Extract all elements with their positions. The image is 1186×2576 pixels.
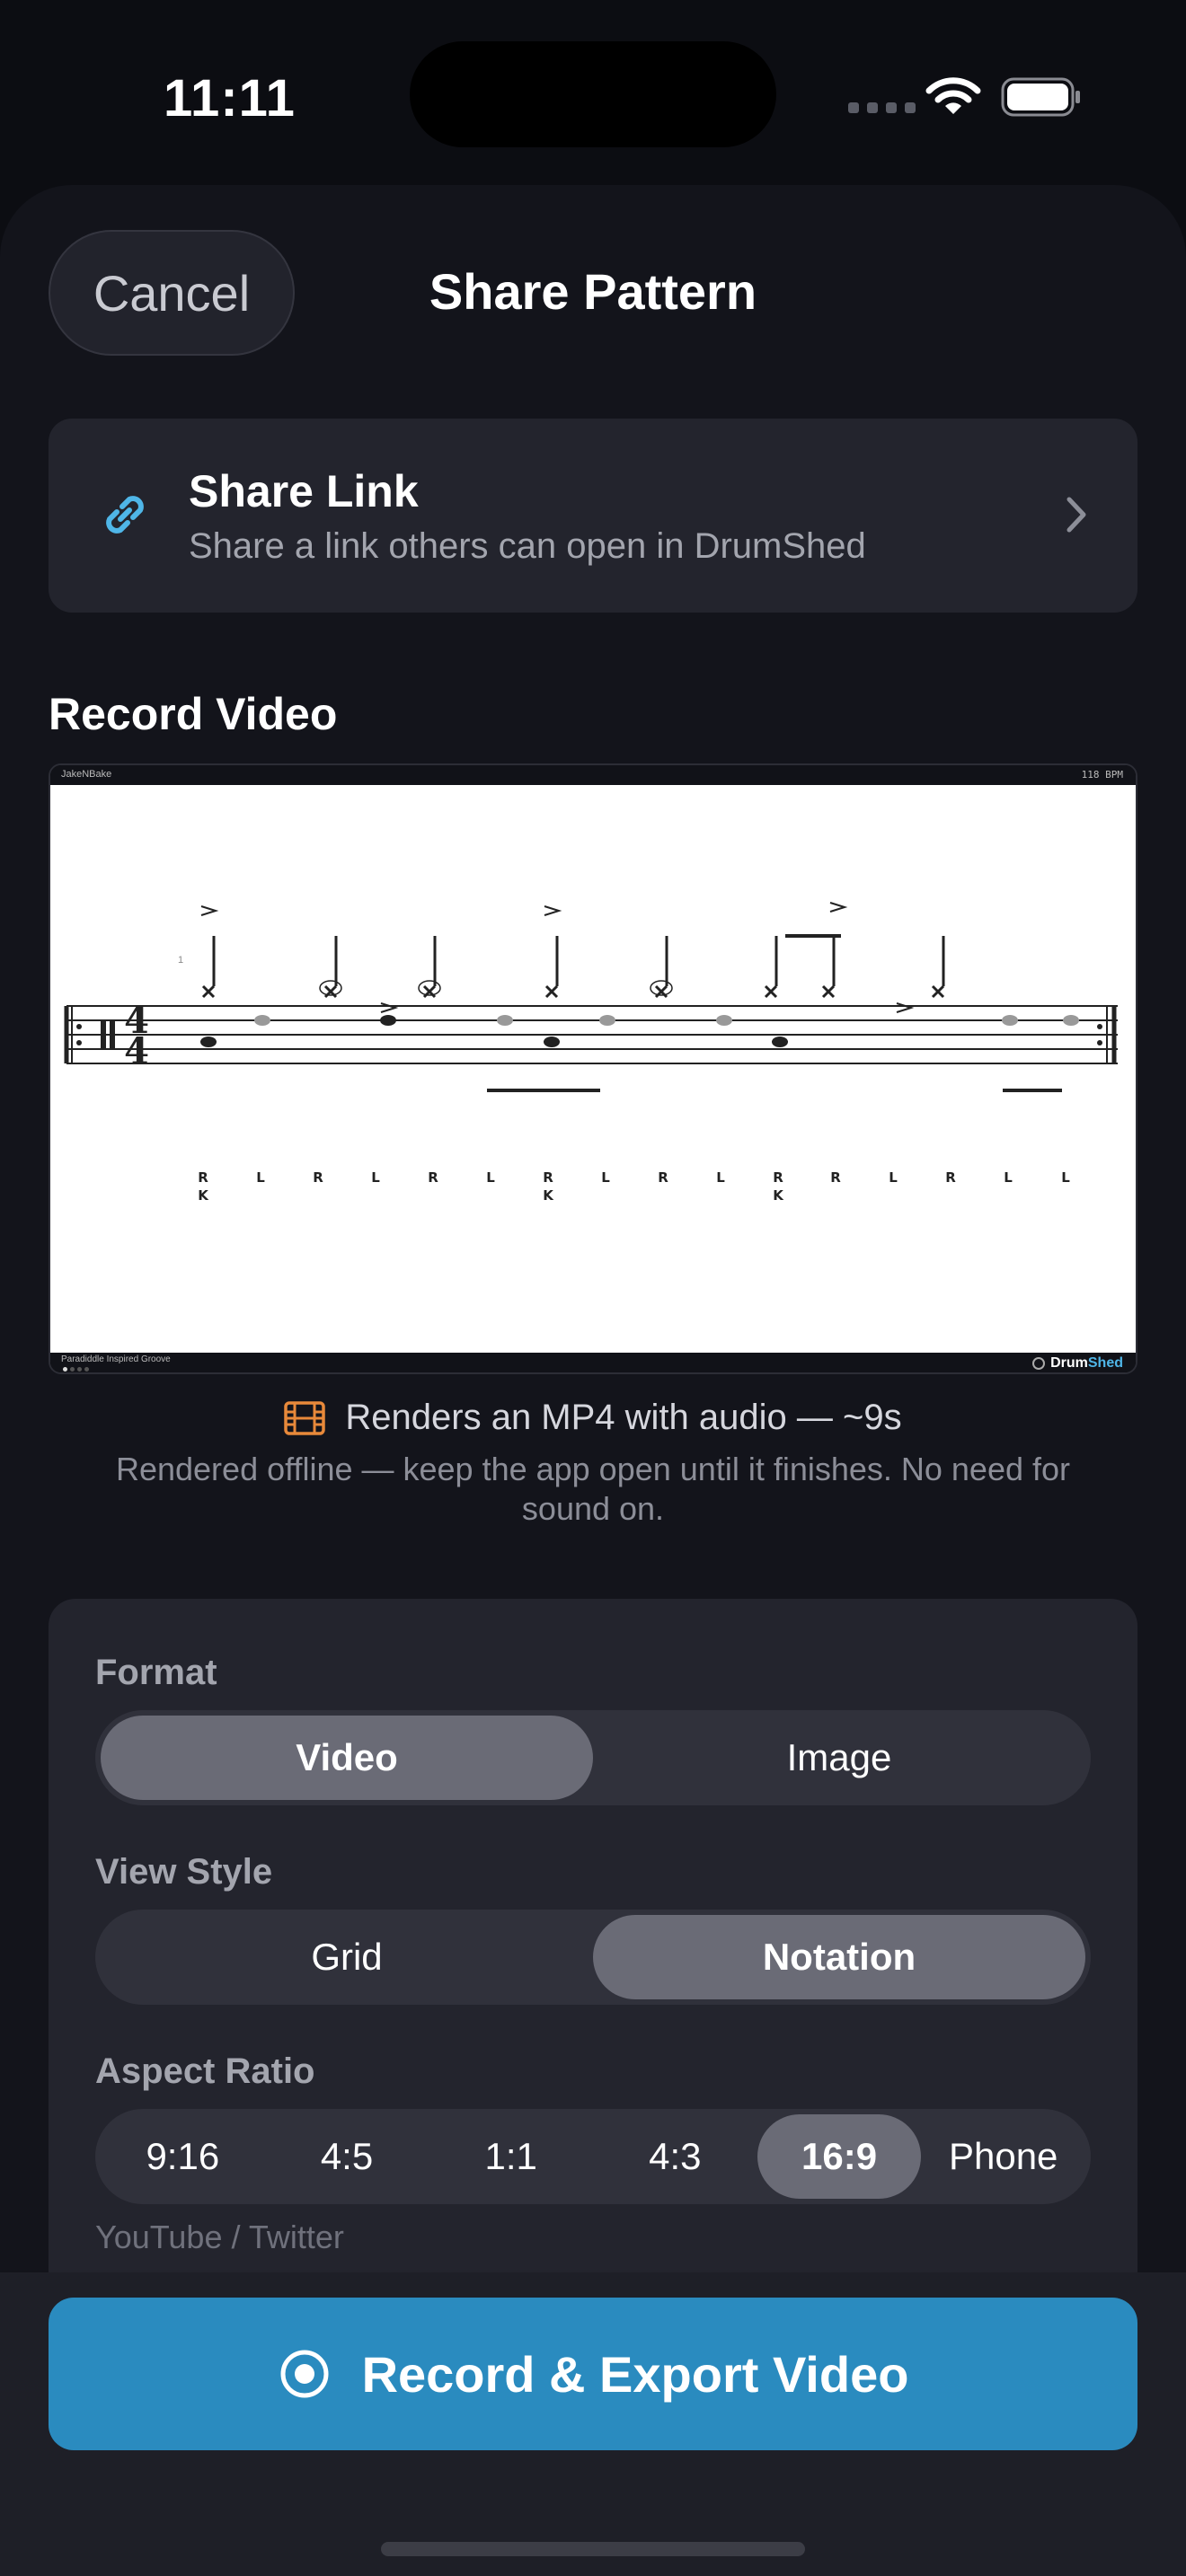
status-bar: 11:11 xyxy=(0,0,1186,180)
measure-number: 1 xyxy=(178,955,183,966)
render-description: Renders an MP4 with audio — ~9s xyxy=(345,1398,902,1437)
accent-mark xyxy=(544,905,562,916)
notation-sheet: 4 4 1 RKLRLRLRKLRLRKRLRLL xyxy=(50,785,1136,1353)
format-option-image[interactable]: Image xyxy=(593,1716,1085,1800)
record-icon xyxy=(280,2350,329,2398)
hihat-note xyxy=(544,936,559,999)
sticking-letter: R xyxy=(428,1169,438,1186)
aspect-ratio-label: Aspect Ratio xyxy=(95,2051,315,2091)
sticking-letter: R xyxy=(543,1169,553,1186)
accent-mark xyxy=(380,1002,399,1013)
snare-note xyxy=(497,1015,513,1026)
aspect-option-1-1[interactable]: 1:1 xyxy=(429,2114,593,2199)
aspect-ratio-segmented-control: 9:16 4:5 1:1 4:3 16:9 Phone xyxy=(95,2109,1091,2204)
aspect-ratio-hint: YouTube / Twitter xyxy=(95,2219,344,2255)
svg-text:4: 4 xyxy=(124,1030,149,1072)
status-time: 11:11 xyxy=(164,69,296,128)
snare-note xyxy=(254,1015,270,1026)
preview-bpm: 118 BPM xyxy=(1081,769,1123,781)
dynamic-island xyxy=(410,41,776,147)
page-dots xyxy=(63,1367,89,1372)
snare-note xyxy=(380,1015,396,1026)
sticking-letter: L xyxy=(486,1169,495,1186)
sticking-letter: R xyxy=(773,1169,783,1186)
snare-note xyxy=(1063,1015,1079,1026)
format-option-video[interactable]: Video xyxy=(101,1716,593,1800)
drum-notation: 4 4 1 RKL R L R L RKL R L RKR L R L L xyxy=(64,902,1118,1204)
share-link-row[interactable]: Share Link Share a link others can open … xyxy=(49,419,1137,613)
snare-note xyxy=(599,1015,615,1026)
snare-note xyxy=(1002,1015,1018,1026)
hihat-note xyxy=(418,936,441,999)
kick-note xyxy=(544,1037,560,1047)
sticking-letter: R xyxy=(830,1169,841,1186)
format-segmented-control: Video Image xyxy=(95,1710,1091,1805)
battery-icon xyxy=(1001,77,1080,117)
link-icon xyxy=(106,496,144,534)
sticking-letter: R xyxy=(658,1169,668,1186)
record-export-label: Record & Export Video xyxy=(361,2345,909,2403)
preview-author: JakeNBake xyxy=(61,769,112,780)
share-link-title: Share Link xyxy=(189,466,419,516)
record-export-button[interactable]: Record & Export Video xyxy=(49,2298,1137,2450)
record-video-heading: Record Video xyxy=(49,689,338,739)
sheet-title: Share Pattern xyxy=(429,263,757,320)
hihat-note xyxy=(650,936,673,999)
wifi-icon xyxy=(925,77,981,114)
kick-letter: K xyxy=(773,1187,784,1204)
hihat-note xyxy=(764,936,778,999)
film-icon xyxy=(284,1400,326,1435)
kick-note xyxy=(772,1037,788,1047)
sticking-letter: L xyxy=(889,1169,898,1186)
view-style-label: View Style xyxy=(95,1852,273,1892)
signal-dots-icon xyxy=(848,102,916,113)
format-label: Format xyxy=(95,1653,217,1692)
sticking-letter: L xyxy=(601,1169,610,1186)
chevron-right-icon xyxy=(1067,497,1086,533)
brand-mark-icon xyxy=(1032,1357,1046,1370)
aspect-option-phone[interactable]: Phone xyxy=(921,2114,1085,2199)
drumshed-logo: Drum Shed xyxy=(1032,1355,1123,1372)
preview-footer: Paradiddle Inspired Groove Drum Shed xyxy=(50,1353,1136,1372)
sticking-letter: L xyxy=(371,1169,380,1186)
video-preview: JakeNBake 118 BPM 4 4 1 R K L R L R L R … xyxy=(49,763,1137,1374)
view-style-option-grid[interactable]: Grid xyxy=(101,1915,593,1999)
kick-note xyxy=(200,1037,217,1047)
render-info: Renders an MP4 with audio — ~9s xyxy=(0,1398,1186,1438)
sticking-letter: L xyxy=(256,1169,265,1186)
view-style-option-notation[interactable]: Notation xyxy=(593,1915,1085,1999)
hihat-note xyxy=(319,936,342,999)
aspect-option-9-16[interactable]: 9:16 xyxy=(101,2114,265,2199)
kick-letter: K xyxy=(198,1187,209,1204)
view-style-segmented-control: Grid Notation xyxy=(95,1910,1091,2005)
aspect-option-4-5[interactable]: 4:5 xyxy=(265,2114,429,2199)
preview-header: JakeNBake 118 BPM xyxy=(50,765,1136,785)
cancel-button[interactable]: Cancel xyxy=(49,230,295,356)
share-link-subtitle: Share a link others can open in DrumShed xyxy=(189,526,866,566)
hihat-note xyxy=(931,936,945,999)
kick-letter: K xyxy=(543,1187,554,1204)
snare-note xyxy=(716,1015,732,1026)
accent-mark xyxy=(829,902,848,913)
bottom-action-bar: Record & Export Video xyxy=(0,2272,1186,2576)
sticking-letter: R xyxy=(945,1169,956,1186)
hihat-note xyxy=(821,936,836,999)
accent-mark xyxy=(200,905,219,916)
hihat-note xyxy=(201,936,216,999)
sticking-letter: R xyxy=(313,1169,323,1186)
sticking-letter: R xyxy=(198,1169,208,1186)
sticking-letter: L xyxy=(1004,1169,1013,1186)
share-sheet: Cancel Share Pattern Share Link Share a … xyxy=(0,185,1186,2576)
accent-mark xyxy=(896,1002,915,1013)
render-note: Rendered offline — keep the app open unt… xyxy=(115,1451,1071,1527)
aspect-option-4-3[interactable]: 4:3 xyxy=(593,2114,757,2199)
aspect-option-16-9[interactable]: 16:9 xyxy=(757,2114,922,2199)
sticking-letter: L xyxy=(1061,1169,1070,1186)
preview-pattern-name: Paradiddle Inspired Groove xyxy=(61,1354,171,1364)
home-indicator xyxy=(381,2542,805,2556)
sticking-letter: L xyxy=(716,1169,725,1186)
